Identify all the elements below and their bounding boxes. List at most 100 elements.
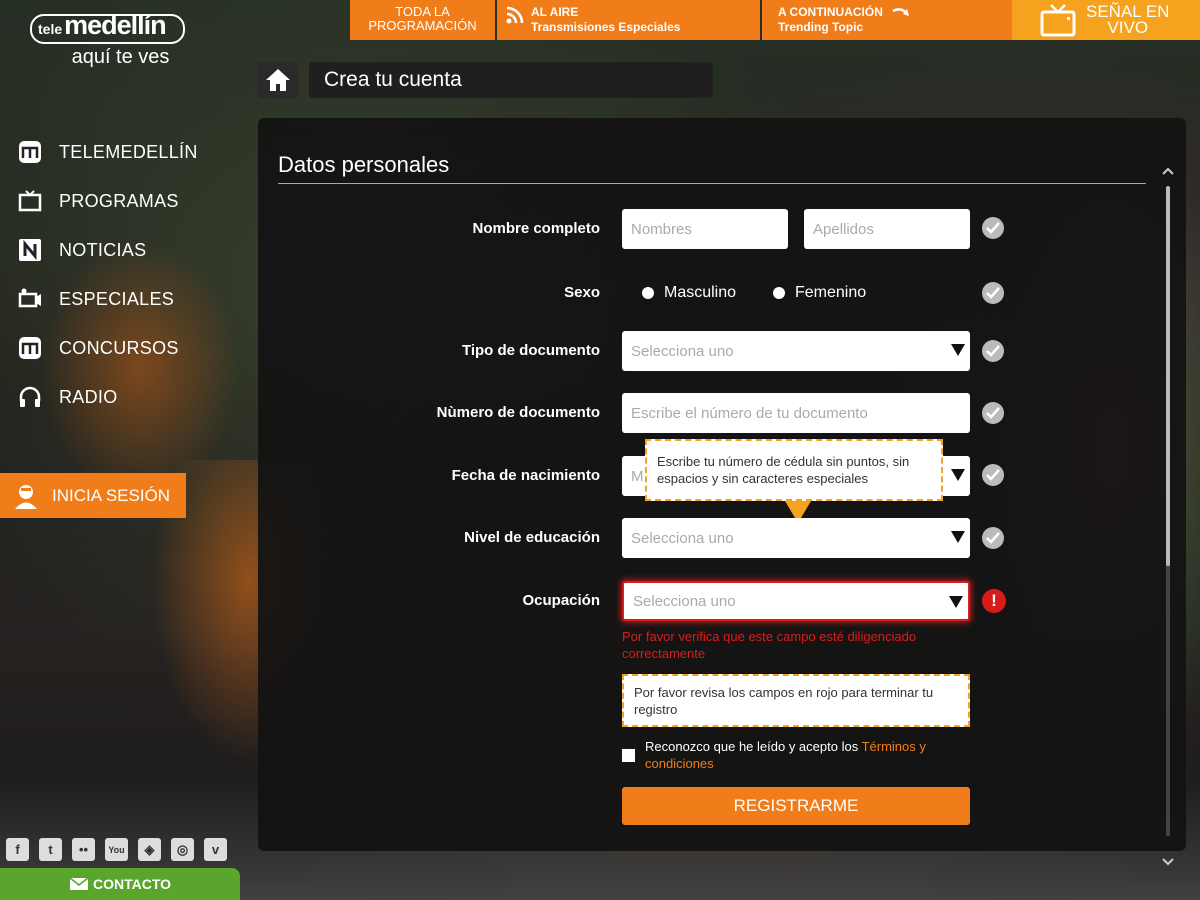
radio-masculino[interactable]: Masculino <box>642 284 736 302</box>
section-divider <box>278 183 1146 184</box>
check-icon <box>982 527 1004 549</box>
headphones-icon <box>18 385 42 409</box>
radio-dot <box>773 287 785 299</box>
check-icon <box>982 217 1004 239</box>
home-button[interactable] <box>258 62 298 98</box>
user-icon <box>15 484 37 509</box>
scroll-down-icon[interactable] <box>1158 852 1178 872</box>
scrollbar-thumb[interactable] <box>1166 186 1170 566</box>
section-title: Datos personales <box>278 152 450 177</box>
delicious-icon[interactable]: ◈ <box>138 838 161 861</box>
login-button[interactable]: INICIA SESIÓN <box>0 473 186 518</box>
dropdown-caret-icon <box>951 344 965 356</box>
curved-arrow-icon <box>892 7 909 16</box>
radio-dot <box>642 287 654 299</box>
contact-label: CONTACTO <box>92 876 172 892</box>
al-aire-link[interactable]: AL AIRE Transmisiones Especiales <box>497 0 760 40</box>
educacion-label: Nivel de educación <box>464 529 600 546</box>
registration-panel: Datos personales Nombre completo Nombres… <box>258 118 1186 851</box>
tv-icon <box>1040 4 1076 37</box>
terms-text: Reconozco que he leído y acepto los Térm… <box>645 738 962 772</box>
dropdown-caret-icon <box>949 596 963 608</box>
terms-prefix: Reconozco que he leído y acepto los <box>645 739 862 754</box>
instagram-icon[interactable]: ◎ <box>171 838 194 861</box>
ocupacion-select[interactable]: Selecciona uno <box>622 581 970 621</box>
home-icon <box>266 69 290 91</box>
al-aire-subtitle: Transmisiones Especiales <box>531 20 681 34</box>
site-logo[interactable]: tele medellín aquí te ves <box>30 10 185 69</box>
youtube-icon[interactable]: You <box>105 838 128 861</box>
camera-icon <box>18 287 42 311</box>
register-button[interactable]: REGISTRARME <box>622 787 970 825</box>
nombre-label: Nombre completo <box>472 220 600 237</box>
nav-label: RADIO <box>59 386 118 407</box>
side-nav: TELEMEDELLÍN PROGRAMAS NOTICIAS ESPECIAL… <box>18 128 198 422</box>
m-logo-icon <box>18 336 42 360</box>
nav-item-especiales[interactable]: ESPECIALES <box>18 275 198 323</box>
nav-label: PROGRAMAS <box>59 190 179 211</box>
scroll-up-icon[interactable] <box>1158 162 1178 180</box>
logo-brand: medellín <box>64 10 167 40</box>
senal-line2: VIVO <box>1107 18 1149 37</box>
check-icon <box>982 402 1004 424</box>
nav-item-programas[interactable]: PROGRAMAS <box>18 177 198 225</box>
select-value: Selecciona uno <box>631 342 734 360</box>
num-doc-label: Nùmero de documento <box>436 404 600 421</box>
select-value: M <box>631 467 644 485</box>
num-doc-input[interactable]: Escribe el número de tu documento <box>622 393 970 433</box>
a-continuacion-link[interactable]: A CONTINUACIÓN Trending Topic <box>762 0 1012 40</box>
ocupacion-label: Ocupación <box>522 592 600 609</box>
al-aire-title: AL AIRE <box>531 5 579 19</box>
logo-tagline: aquí te ves <box>71 46 170 68</box>
top-bar: TODA LA PROGRAMACIÓN AL AIRE Transmision… <box>350 0 1200 40</box>
rss-icon <box>506 6 524 24</box>
flickr-icon[interactable]: •• <box>72 838 95 861</box>
n-logo-icon <box>18 238 42 262</box>
dropdown-caret-icon <box>951 469 965 481</box>
educacion-select[interactable]: Selecciona uno <box>622 518 970 558</box>
radio-label: Masculino <box>664 284 737 301</box>
dropdown-caret-icon <box>951 531 965 543</box>
nav-item-telemedellin[interactable]: TELEMEDELLÍN <box>18 128 198 176</box>
last-name-input[interactable]: Apellidos <box>804 209 970 249</box>
check-icon <box>982 282 1004 304</box>
nav-item-radio[interactable]: RADIO <box>18 373 198 421</box>
nav-label: TELEMEDELLÍN <box>59 141 198 162</box>
logo-box: tele medellín <box>30 10 185 44</box>
document-tooltip: Escribe tu número de cédula sin puntos, … <box>645 439 943 501</box>
check-icon <box>982 464 1004 486</box>
fecha-label: Fecha de nacimiento <box>451 467 600 484</box>
nav-item-concursos[interactable]: CONCURSOS <box>18 324 198 372</box>
terms-checkbox[interactable] <box>622 749 635 762</box>
login-label: INICIA SESIÓN <box>52 485 171 505</box>
nav-item-noticias[interactable]: NOTICIAS <box>18 226 198 274</box>
nav-label: CONCURSOS <box>59 337 179 358</box>
select-value: Selecciona uno <box>631 529 734 547</box>
programacion-link[interactable]: TODA LA PROGRAMACIÓN <box>350 0 495 40</box>
m-logo-icon <box>18 140 42 164</box>
terms-row: Reconozco que he leído y acepto los Térm… <box>622 738 962 772</box>
first-name-input[interactable]: Nombres <box>622 209 788 249</box>
envelope-icon <box>69 877 89 890</box>
radio-label: Femenino <box>795 284 867 301</box>
tipo-doc-select[interactable]: Selecciona uno <box>622 331 970 371</box>
a-continuacion-title: A CONTINUACIÓN <box>778 5 883 19</box>
select-value: Selecciona uno <box>633 592 736 610</box>
check-icon <box>982 340 1004 362</box>
page-title: Crea tu cuenta <box>309 62 713 98</box>
twitter-icon[interactable]: t <box>39 838 62 861</box>
nav-label: ESPECIALES <box>59 288 175 309</box>
contact-button[interactable]: CONTACTO <box>0 868 240 900</box>
sexo-label: Sexo <box>564 284 600 301</box>
tv-icon <box>18 189 42 213</box>
nav-label: NOTICIAS <box>59 239 147 260</box>
vimeo-icon[interactable]: v <box>204 838 227 861</box>
facebook-icon[interactable]: f <box>6 838 29 861</box>
error-message: Por favor verifica que este campo esté d… <box>622 629 917 661</box>
logo-tele: tele <box>38 21 63 37</box>
social-links: f t •• You ◈ ◎ v <box>6 838 227 861</box>
a-continuacion-subtitle: Trending Topic <box>778 20 864 34</box>
radio-femenino[interactable]: Femenino <box>773 284 866 302</box>
error-icon: ! <box>982 589 1006 613</box>
senal-en-vivo-button[interactable]: SEÑAL EN VIVO <box>1012 0 1200 40</box>
